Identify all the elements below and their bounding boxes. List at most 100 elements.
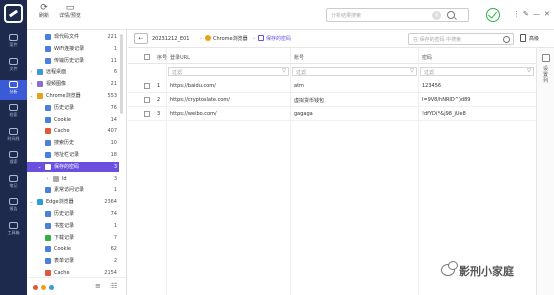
tree-node[interactable]: 现代码文件 221 [27, 32, 119, 42]
table-search-placeholder: 在 保存的密码 中搜索 [413, 37, 462, 43]
column-settings-icon[interactable] [542, 54, 550, 62]
tree-node[interactable]: Cookie 14 [27, 115, 119, 125]
rail-item-0[interactable]: 案件 [0, 33, 27, 53]
advanced-search-icon [520, 34, 526, 42]
rail-item-5[interactable]: 搜索 [0, 150, 27, 170]
tree-node[interactable]: WiFi连接记录 1 [27, 44, 119, 54]
rail-item-icon [9, 151, 18, 158]
table-row[interactable]: 2 https://cryptoslate.com/虚拟货币钱包 l=9V8/hNR… [128, 93, 536, 107]
breadcrumb-case[interactable]: 20231212_E01 [152, 35, 189, 43]
tree-node-icon [45, 258, 51, 265]
rail-item-label: 笔记 [9, 183, 18, 188]
clear-search-icon[interactable]: × [432, 11, 441, 20]
tree-node[interactable]: 传输历史记录 11 [27, 56, 119, 66]
menu-icon[interactable]: ⋮ [513, 9, 520, 19]
refresh-button[interactable]: ⟳ 刷新 [35, 3, 53, 20]
breadcrumb-saved-passwords[interactable]: 保存的密码 [266, 35, 291, 43]
rail-item-label: 分析 [9, 89, 18, 94]
row-password: !dfYD(*&j98_jUe8 [422, 111, 466, 117]
search-icon[interactable] [447, 11, 455, 19]
rail-item-label: 时间线 [7, 136, 20, 141]
minimize-icon[interactable]: — [533, 9, 540, 19]
tree-node-label: Chrome浏览器 [46, 93, 81, 99]
back-button[interactable]: ⇠ [134, 33, 148, 44]
tree-node-label: Cookie [54, 116, 71, 123]
chevron-down-icon[interactable]: ⌄ [29, 197, 34, 207]
rail-item-2[interactable]: 分析 [0, 80, 27, 100]
chevron-down-icon[interactable]: ⌄ [29, 91, 34, 101]
tree-node[interactable]: ⌄ Chrome浏览器 553 [27, 91, 119, 101]
tree-node[interactable]: 书签记录 1 [27, 221, 119, 231]
tree-node-count: 6 [113, 69, 117, 76]
row-checkbox[interactable] [144, 97, 150, 103]
filter-row: 过滤 ▽ 过滤 ▽ 过滤 ▽ [128, 65, 536, 77]
column-settings-label[interactable]: 设置列 [543, 66, 549, 84]
row-checkbox[interactable] [144, 111, 150, 117]
row-checkbox[interactable] [144, 83, 150, 89]
account-filter-input[interactable]: 过滤 ▽ [292, 67, 417, 76]
security-status-icon[interactable] [486, 8, 500, 22]
chevron-down-icon[interactable]: ⌄ [37, 162, 42, 172]
tree-node[interactable]: 历史记录 74 [27, 209, 119, 219]
tree-node-count: 14 [110, 116, 117, 123]
tree-node[interactable]: Cache 407 [27, 126, 119, 136]
tree-node-icon [45, 140, 51, 147]
chevron-right-icon[interactable]: › [45, 174, 50, 184]
row-account: gagaga [294, 111, 313, 117]
filter-icon[interactable]: ▽ [282, 68, 286, 74]
detail-preview-button[interactable]: ▭ 详情/预览 [57, 3, 83, 20]
column-header-account[interactable]: 账号 [294, 54, 304, 61]
grid-view-icon[interactable]: ☷ [111, 282, 117, 290]
status-dot-red-icon [33, 285, 38, 290]
tree-node[interactable]: › 视频图像 21 [27, 79, 119, 89]
pin-icon[interactable]: ✎ [523, 9, 529, 19]
account-filter-placeholder: 过滤 [296, 70, 307, 76]
filter-icon[interactable]: ▽ [527, 68, 531, 74]
chevron-right-icon[interactable]: › [29, 67, 34, 77]
tree-node-label: 素常访问记录 [54, 187, 85, 194]
filter-icon[interactable]: ▽ [410, 68, 414, 74]
tree-node-label: ld [62, 175, 67, 182]
select-all-checkbox[interactable] [144, 54, 150, 60]
column-settings-panel[interactable]: 设置列 [536, 48, 554, 295]
column-header-url[interactable]: 登录URL [170, 54, 190, 61]
tree-node[interactable]: 下载记录 7 [27, 233, 119, 243]
column-header-password[interactable]: 密码 [422, 54, 432, 61]
tree-node-count: 18 [110, 152, 117, 158]
rail-item-8[interactable]: 工具箱 [0, 221, 27, 241]
tree-node[interactable]: 表单记录 2 [27, 256, 119, 266]
tree-node[interactable]: 历史记录 76 [27, 103, 119, 113]
list-view-icon[interactable]: ≡ [95, 282, 101, 290]
analysis-search-input[interactable]: 分析结果搜索 × [326, 8, 469, 22]
tree-scrollbar[interactable] [120, 34, 123, 114]
table-search-input[interactable]: 在 保存的密码 中搜索 [408, 33, 514, 45]
column-header-no[interactable]: 序号 [157, 54, 167, 61]
chevron-right-icon[interactable]: › [29, 79, 34, 89]
tree-node[interactable]: 搜索历史 10 [27, 138, 119, 148]
tree-node-label: Cookie [54, 246, 71, 253]
path-bar: ⇠ 20231212_E01 › Chrome浏览器 › 保存的密码 在 保存的… [128, 30, 554, 48]
rail-item-6[interactable]: 笔记 [0, 174, 27, 194]
table-row[interactable]: 3 https://weibo.com/gagaga !dfYD(*&j98_jUe… [128, 107, 536, 121]
advanced-search-button[interactable]: 高级 [529, 35, 539, 42]
breadcrumb-chrome[interactable]: Chrome浏览器 [213, 35, 248, 43]
rail-item-1[interactable]: 文件 [0, 57, 27, 77]
rail-item-label: 文件 [9, 66, 18, 71]
rail-item-4[interactable]: 时间线 [0, 127, 27, 147]
url-filter-input[interactable]: 过滤 ▽ [168, 67, 289, 76]
table-row[interactable]: 1 https://baidu.com/atm 123456 [128, 79, 536, 93]
search-icon[interactable] [503, 36, 510, 43]
password-filter-input[interactable]: 过滤 ▽ [420, 67, 534, 76]
tree-node[interactable]: ⌄ 保存的密码 3 [27, 161, 119, 172]
close-icon[interactable]: ✕ [544, 9, 550, 19]
tree-node[interactable]: Cookie 62 [27, 244, 119, 254]
rail-item-label: 案件 [9, 42, 18, 47]
tree-node[interactable]: ⌄ Edge浏览器 2364 [27, 197, 119, 207]
rail-item-3[interactable]: 检索 [0, 103, 27, 123]
tree-node[interactable]: 素常访问记录 1 [27, 185, 119, 195]
tree-node[interactable]: 地址栏记录 18 [27, 150, 119, 160]
tree-node[interactable]: › 远程桌面 6 [27, 67, 119, 77]
tree-node-label: 历史记录 [54, 104, 75, 111]
rail-item-7[interactable]: 报告 [0, 197, 27, 217]
tree-node[interactable]: › ld 3 [27, 174, 119, 184]
